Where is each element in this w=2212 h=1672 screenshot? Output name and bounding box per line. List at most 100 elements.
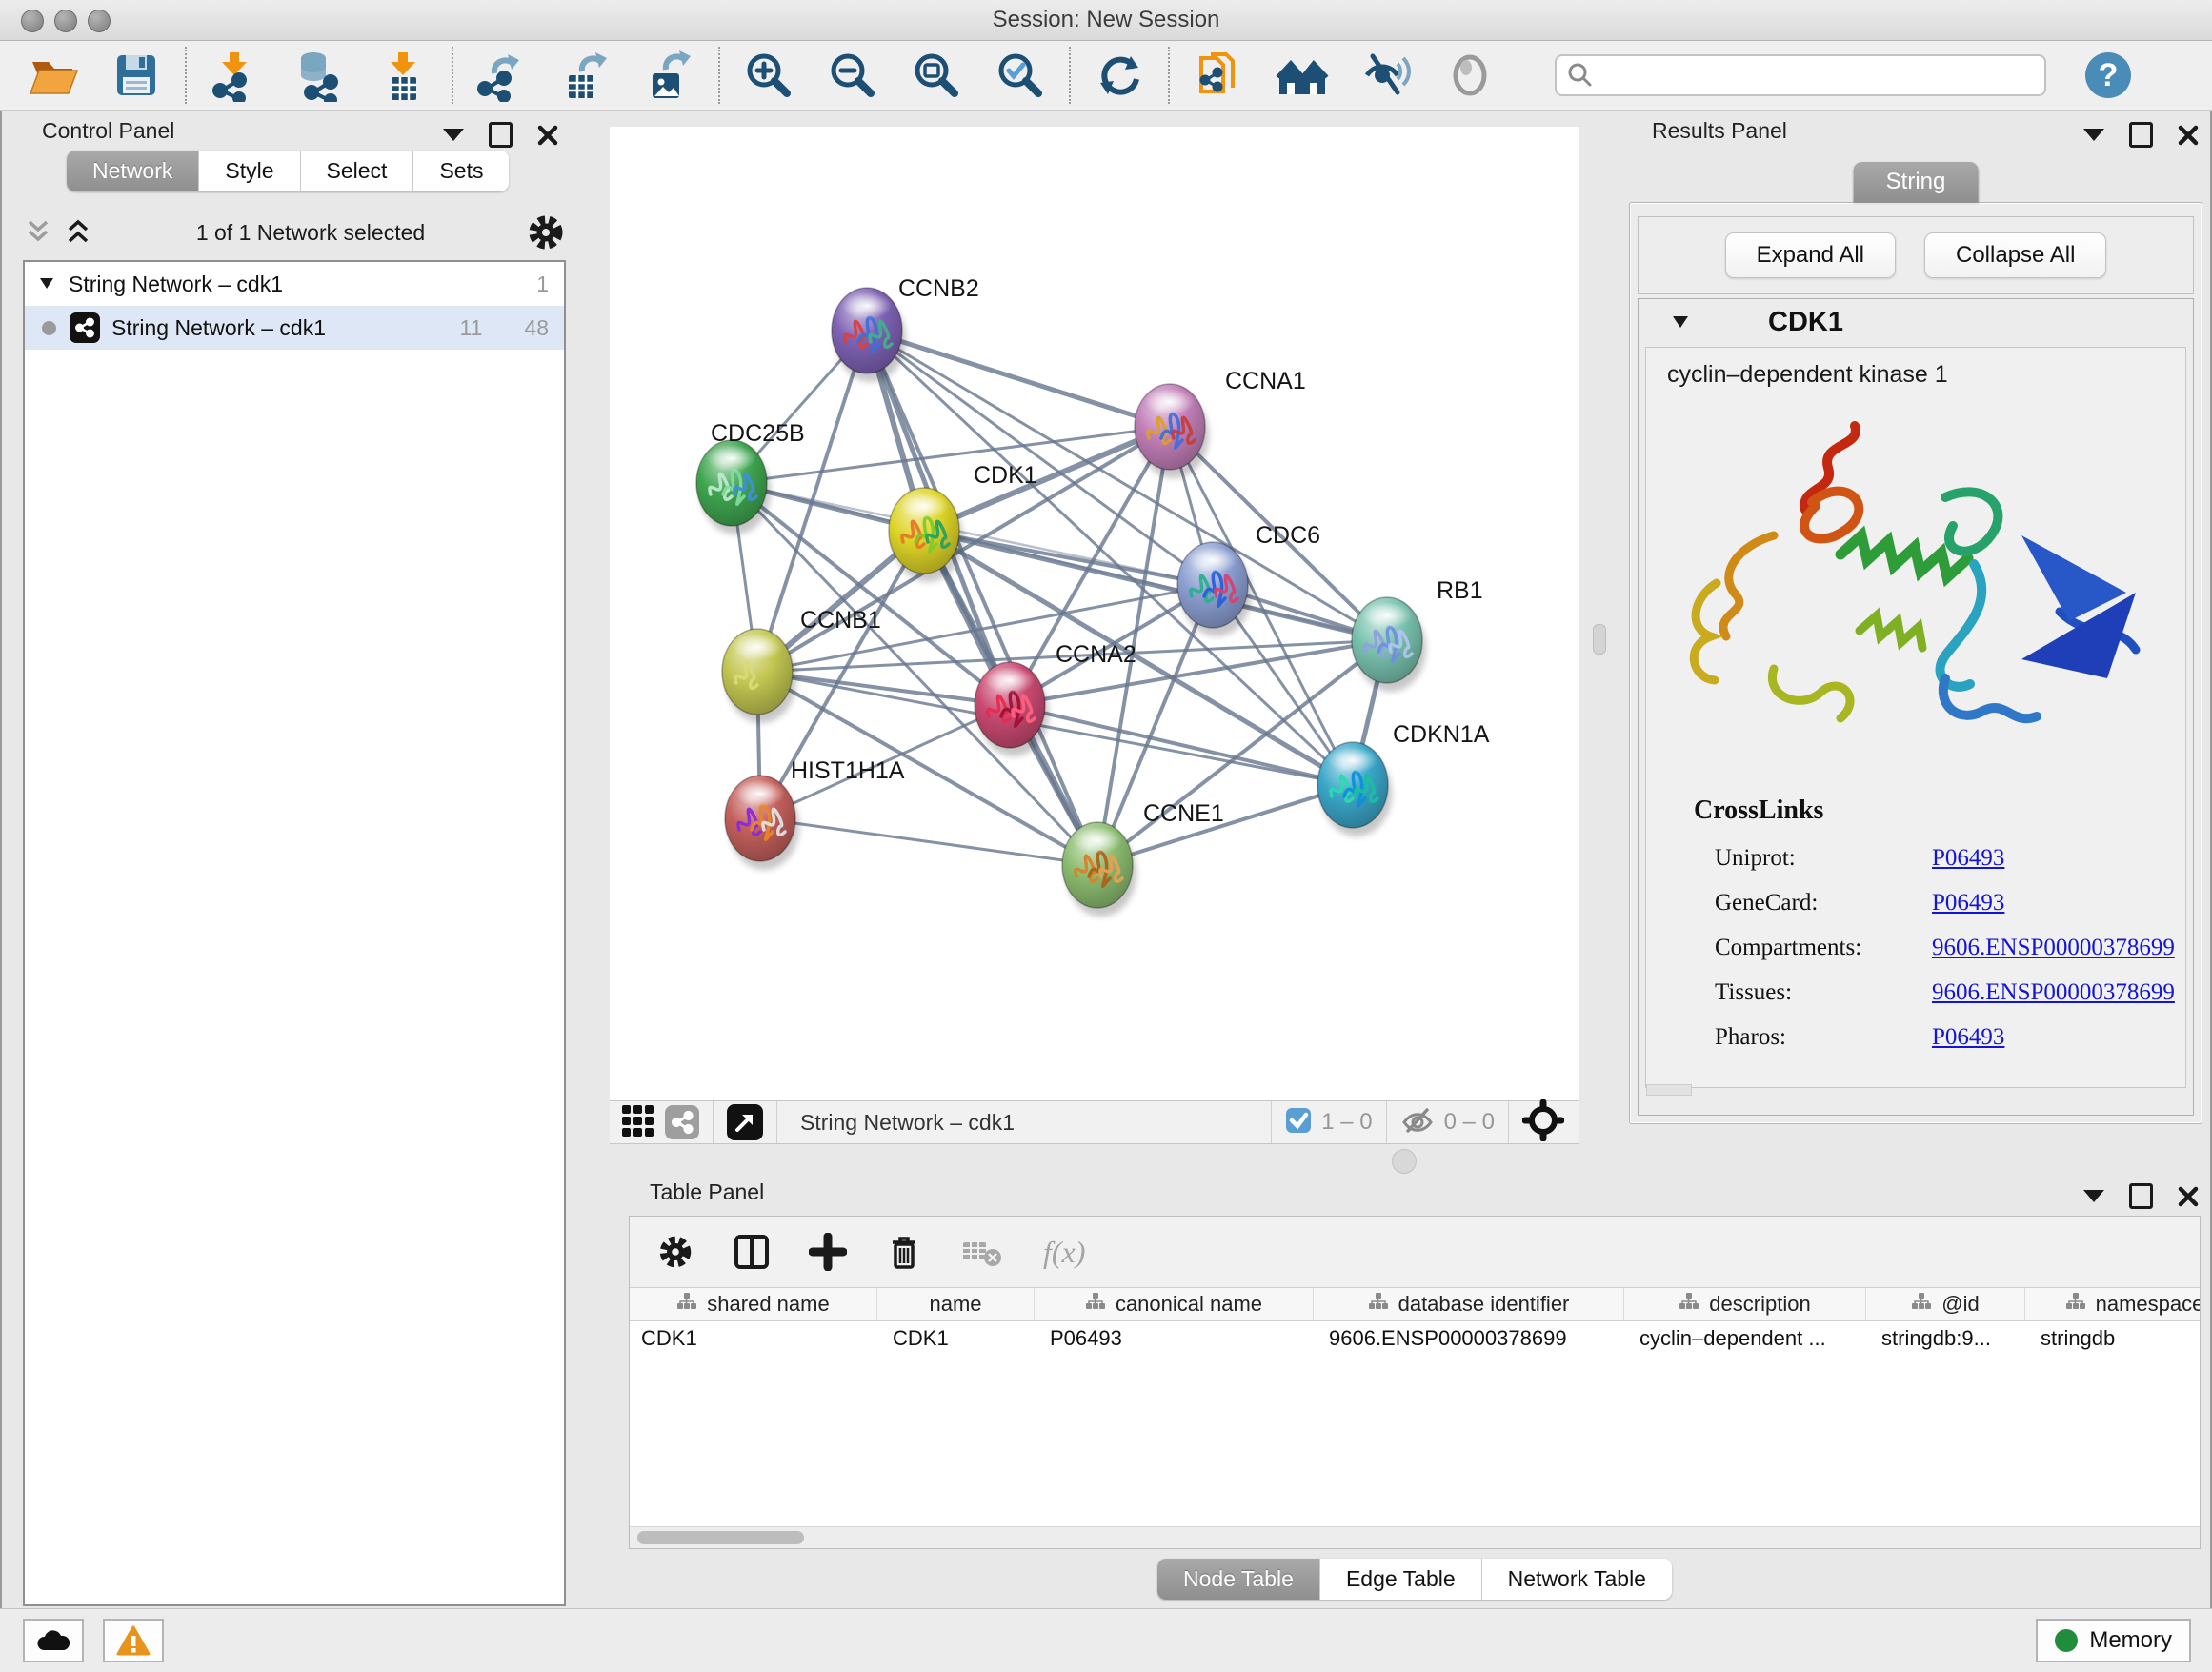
node-CCNE1[interactable]: CCNE1: [1062, 800, 1224, 917]
import-table-icon[interactable]: [375, 48, 431, 103]
entry-collapse-icon[interactable]: [1639, 312, 1724, 332]
table-panel-close-icon[interactable]: [2178, 1186, 2199, 1207]
string-home-icon[interactable]: [1275, 48, 1330, 103]
tab-network-table[interactable]: Network Table: [1482, 1559, 1672, 1600]
node-label-RB1: RB1: [1437, 577, 1483, 604]
share-view-icon[interactable]: [665, 1105, 699, 1139]
node-RB1[interactable]: RB1: [1352, 577, 1483, 692]
crosslink-link[interactable]: P06493: [1932, 1024, 2004, 1051]
edge-CCNA1-CCNB1[interactable]: [757, 427, 1170, 672]
add-column-icon[interactable]: [809, 1233, 847, 1271]
table-cell[interactable]: P06493: [1035, 1321, 1314, 1355]
column-header-description[interactable]: description: [1624, 1288, 1866, 1320]
table-cell[interactable]: 9606.ENSP00000378699: [1314, 1321, 1624, 1355]
collapse-all-icon[interactable]: [23, 218, 55, 247]
tab-style[interactable]: Style: [199, 151, 300, 191]
string-network-icon: [70, 312, 100, 343]
table-options-gear-icon[interactable]: [656, 1233, 694, 1271]
table-cell[interactable]: CDK1: [877, 1321, 1035, 1355]
results-panel-menu-icon[interactable]: [2083, 129, 2104, 141]
edge-CCNA2-CDKN1A[interactable]: [1010, 705, 1353, 785]
tab-node-table[interactable]: Node Table: [1157, 1559, 1320, 1600]
warning-status-button[interactable]: [103, 1619, 164, 1662]
results-panel-float-icon[interactable]: [2129, 122, 2153, 148]
right-splitter-handle[interactable]: [1593, 624, 1606, 655]
show-hide-details-icon[interactable]: [1358, 48, 1414, 103]
network-canvas[interactable]: CCNB2 CCNA1 CDC25B CDK1 CDC6: [610, 127, 1579, 1144]
import-network-from-database-icon[interactable]: [292, 48, 347, 103]
grid-view-icon[interactable]: [621, 1104, 654, 1141]
edge-CCNB2-CCNA1[interactable]: [867, 331, 1170, 427]
control-panel-close-icon[interactable]: [537, 125, 558, 146]
hidden-eye-slash-icon[interactable]: [1400, 1107, 1435, 1138]
cloud-icon: [34, 1627, 72, 1654]
network-graph[interactable]: CCNB2 CCNA1 CDC25B CDK1 CDC6: [610, 127, 1579, 1102]
export-table-icon[interactable]: [558, 48, 613, 103]
table-panel-float-icon[interactable]: [2129, 1183, 2153, 1209]
zoom-selected-icon[interactable]: [993, 48, 1048, 103]
crosslink-link[interactable]: 9606.ENSP00000378699: [1932, 979, 2175, 1006]
import-string-network-icon[interactable]: [1191, 48, 1246, 103]
node-CDC25B[interactable]: CDC25B: [696, 420, 805, 534]
tab-edge-table[interactable]: Edge Table: [1320, 1559, 1482, 1600]
column-header-namespace[interactable]: namespace: [2025, 1288, 2201, 1320]
import-network-icon[interactable]: [208, 48, 263, 103]
node-HIST1H1A[interactable]: HIST1H1A: [725, 757, 905, 870]
column-header-canonical-name[interactable]: canonical name: [1035, 1288, 1314, 1320]
edge-CCNB2-CCNE1[interactable]: [867, 331, 1097, 865]
network-row[interactable]: String Network – cdk1 11 48: [25, 306, 564, 350]
node-CCNB1[interactable]: CCNB1: [722, 607, 881, 723]
edge-CDKN1A-CCNE1[interactable]: [1097, 785, 1353, 865]
results-panel-close-icon[interactable]: [2178, 125, 2199, 146]
search-input[interactable]: [1555, 54, 2046, 96]
zoom-fit-icon[interactable]: [909, 48, 964, 103]
expand-all-button[interactable]: Expand All: [1725, 232, 1896, 278]
table-cell[interactable]: CDK1: [630, 1321, 877, 1355]
zoom-out-icon[interactable]: [825, 48, 880, 103]
apply-preferred-layout-icon[interactable]: [1092, 48, 1147, 103]
bottom-splitter-handle[interactable]: [1392, 1149, 1417, 1174]
column-header-shared-name[interactable]: shared name: [630, 1288, 877, 1320]
expand-all-icon[interactable]: [63, 218, 95, 247]
pan-crosshair-icon[interactable]: [1522, 1099, 1564, 1146]
show-columns-icon[interactable]: [733, 1233, 771, 1271]
table-panel-menu-icon[interactable]: [2083, 1190, 2104, 1202]
tab-string[interactable]: String: [1854, 162, 1979, 202]
birds-eye-view-icon[interactable]: [1442, 48, 1498, 103]
export-network-icon[interactable]: [474, 48, 530, 103]
results-panel: Results Panel String Expand All Collapse…: [1619, 112, 2212, 1124]
node-CDKN1A[interactable]: CDKN1A: [1317, 721, 1490, 836]
tab-select[interactable]: Select: [301, 151, 414, 191]
column-header--id[interactable]: @id: [1866, 1288, 2025, 1320]
scrollbar-thumb[interactable]: [637, 1531, 804, 1544]
network-options-gear-icon[interactable]: [526, 212, 566, 252]
zoom-in-icon[interactable]: [741, 48, 796, 103]
tab-network[interactable]: Network: [67, 151, 199, 191]
help-icon[interactable]: ?: [2081, 48, 2136, 103]
open-session-icon[interactable]: [25, 48, 80, 103]
crosslink-link[interactable]: P06493: [1932, 845, 2004, 872]
node-CCNA1[interactable]: CCNA1: [1135, 368, 1306, 478]
table-cell[interactable]: stringdb: [2025, 1321, 2201, 1355]
save-session-icon[interactable]: [109, 48, 164, 103]
column-header-database-identifier[interactable]: database identifier: [1314, 1288, 1624, 1320]
crosslink-link[interactable]: 9606.ENSP00000378699: [1932, 935, 2175, 961]
detach-view-icon[interactable]: [727, 1104, 763, 1140]
control-panel-float-icon[interactable]: [489, 122, 513, 148]
column-header-name[interactable]: name: [877, 1288, 1035, 1320]
edge-HIST1H1A-CCNE1[interactable]: [760, 818, 1097, 865]
entry-scrollbar[interactable]: [1646, 1084, 1692, 1096]
delete-column-icon[interactable]: [885, 1233, 923, 1271]
control-panel-menu-icon[interactable]: [443, 129, 464, 141]
edge-CCNB2-RB1[interactable]: [867, 331, 1387, 640]
memory-button[interactable]: Memory: [2036, 1619, 2191, 1662]
table-cell[interactable]: cyclin–dependent ...: [1624, 1321, 1866, 1355]
network-collection-row[interactable]: String Network – cdk1 1: [25, 262, 564, 306]
crosslink-link[interactable]: P06493: [1932, 890, 2004, 917]
collapse-all-button[interactable]: Collapse All: [1924, 232, 2106, 278]
table-cell[interactable]: stringdb:9...: [1866, 1321, 2025, 1355]
tab-sets[interactable]: Sets: [413, 151, 509, 191]
cloud-status-button[interactable]: [23, 1619, 84, 1662]
selected-checkbox-icon[interactable]: [1285, 1107, 1312, 1138]
export-image-icon[interactable]: [642, 48, 697, 103]
